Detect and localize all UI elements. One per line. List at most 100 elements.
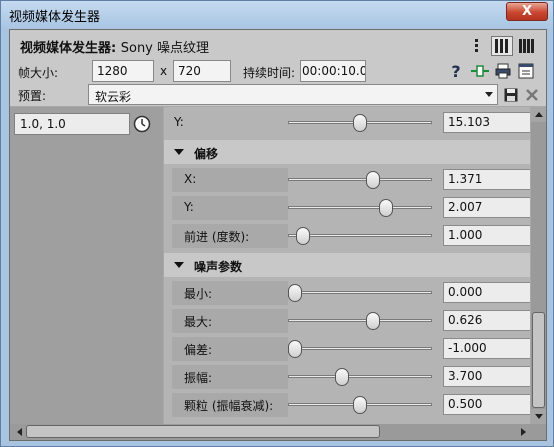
param-slider-thumb[interactable] [334, 368, 349, 386]
duration-input[interactable]: 00:00:10.00 [300, 60, 366, 82]
title-bar[interactable]: 视频媒体发生器 X [1, 1, 553, 28]
preset-label: 预置: [18, 89, 47, 103]
view-columns-button[interactable] [491, 36, 513, 56]
view-grid-button[interactable] [516, 36, 538, 56]
arrow-up-icon [534, 112, 543, 117]
generator-name: Sony 噪点纹理 [120, 41, 210, 56]
preset-row: 预置: 软云彩 [10, 84, 546, 106]
delete-icon [526, 89, 538, 101]
param-value-input[interactable]: -1.000 [443, 338, 530, 359]
param-row: 最大: 0.626 [164, 307, 530, 335]
param-value-input[interactable]: 0.000 [443, 282, 530, 303]
scroll-right-button[interactable] [516, 424, 530, 440]
keyframe-icon [471, 65, 489, 77]
keyframe-toggle-button[interactable] [471, 62, 489, 80]
section-title: 噪声参数 [194, 260, 243, 274]
frame-size-label: 帧大小: [18, 66, 59, 80]
view-mode-buttons [466, 36, 538, 56]
param-value-input[interactable]: 2.007 [443, 197, 530, 218]
header-panel: 视频媒体发生器: Sony 噪点纹理 帧大小: 1280 x 720 持续时间:… [10, 30, 546, 106]
clock-icon [133, 115, 151, 133]
compact-view-icon [475, 39, 478, 52]
param-slider-track[interactable] [288, 347, 432, 350]
arrow-left-icon [16, 428, 22, 436]
chevron-down-icon [485, 92, 493, 97]
frame-x-label: x [160, 64, 168, 78]
param-slider-track[interactable] [288, 291, 432, 294]
horizontal-scrollbar[interactable] [10, 424, 546, 440]
param-label: Y: [174, 115, 184, 129]
param-value-input[interactable]: 1.000 [443, 225, 530, 246]
collapse-triangle-icon [174, 262, 184, 268]
frame-width-input[interactable]: 1280 [92, 60, 154, 82]
view-compact-button[interactable] [466, 36, 488, 56]
param-value-input[interactable]: 15.103 [443, 112, 530, 133]
animate-button[interactable] [130, 112, 154, 136]
param-row: Y: 15.103 [164, 109, 530, 137]
printer-icon [495, 63, 511, 79]
scroll-down-button[interactable] [531, 409, 546, 424]
param-row: 前进 (度数): 1.000 [164, 222, 530, 250]
param-row: Y: 2.007 [164, 194, 530, 222]
param-label: 前进 (度数): [184, 230, 250, 244]
param-slider-track[interactable] [288, 178, 432, 181]
param-slider-track[interactable] [288, 206, 432, 209]
vertical-scrollbar[interactable] [531, 107, 546, 424]
parameters-panel: Y: 15.103 偏移 X: 1.371 Y: 2.007 前进 (度数): … [164, 107, 530, 424]
param-value-input[interactable]: 0.626 [443, 310, 530, 331]
help-icon: ? [451, 61, 461, 81]
param-slider-thumb[interactable] [366, 312, 380, 330]
preset-dropdown[interactable]: 软云彩 [88, 84, 498, 105]
param-row: 振幅: 3.700 [164, 363, 530, 391]
param-label: 最大: [184, 315, 213, 329]
param-row: 偏差: -1.000 [164, 335, 530, 363]
param-slider-track[interactable] [288, 375, 432, 378]
param-row: 颗粒 (振幅衰减): 0.500 [164, 391, 530, 419]
param-value-input[interactable]: 0.500 [443, 394, 530, 415]
param-slider-thumb[interactable] [288, 340, 302, 358]
frame-row: 帧大小: 1280 x 720 持续时间: 00:00:10.00 ? [10, 60, 546, 82]
horizontal-scroll-thumb[interactable] [26, 425, 380, 438]
save-icon [504, 88, 518, 102]
save-preset-button[interactable] [502, 86, 520, 104]
param-label: 颗粒 (振幅衰减): [184, 399, 274, 413]
keyframe-panel: 1.0, 1.0 [10, 107, 163, 424]
delete-preset-button[interactable] [523, 86, 541, 104]
param-row: 最小: 0.000 [164, 279, 530, 307]
duration-label: 持续时间: [243, 66, 296, 80]
properties-icon [518, 63, 534, 79]
param-label: X: [184, 172, 197, 186]
frame-height-input[interactable]: 720 [173, 60, 231, 82]
scroll-up-button[interactable] [531, 107, 546, 122]
param-label: 振幅: [184, 371, 213, 385]
param-slider-thumb[interactable] [288, 284, 302, 302]
param-value-input[interactable]: 1.371 [443, 169, 530, 190]
print-button[interactable] [494, 62, 512, 80]
collapse-triangle-icon [174, 149, 184, 155]
param-slider-track[interactable] [288, 319, 432, 322]
param-slider-thumb[interactable] [353, 396, 367, 414]
param-row: X: 1.371 [164, 166, 530, 194]
param-label: 最小: [184, 287, 213, 301]
arrow-right-icon [520, 428, 526, 436]
offset-section-header[interactable]: 偏移 [164, 140, 530, 164]
param-value-input[interactable]: 3.700 [443, 366, 530, 387]
noise-section-header[interactable]: 噪声参数 [164, 253, 530, 277]
param-label: 偏差: [184, 343, 213, 357]
properties-button[interactable] [517, 62, 535, 80]
client-area: 视频媒体发生器: Sony 噪点纹理 帧大小: 1280 x 720 持续时间:… [9, 29, 547, 441]
generator-label: 视频媒体发生器: [20, 41, 117, 56]
keyframe-value-input[interactable]: 1.0, 1.0 [14, 113, 130, 135]
window-title: 视频媒体发生器 [9, 10, 101, 25]
help-button[interactable]: ? [447, 61, 465, 81]
scroll-left-button[interactable] [12, 424, 26, 440]
param-label: Y: [184, 200, 194, 214]
vertical-scroll-thumb[interactable] [532, 312, 545, 408]
close-button[interactable]: X [506, 2, 548, 21]
media-generator-window: 视频媒体发生器 X 视频媒体发生器: Sony 噪点纹理 帧大小: 1280 x… [0, 0, 554, 447]
param-slider-thumb[interactable] [366, 171, 380, 189]
preset-value: 软云彩 [95, 90, 132, 104]
param-slider-thumb[interactable] [379, 199, 393, 217]
param-slider-thumb[interactable] [353, 114, 367, 132]
param-slider-thumb[interactable] [295, 227, 310, 245]
